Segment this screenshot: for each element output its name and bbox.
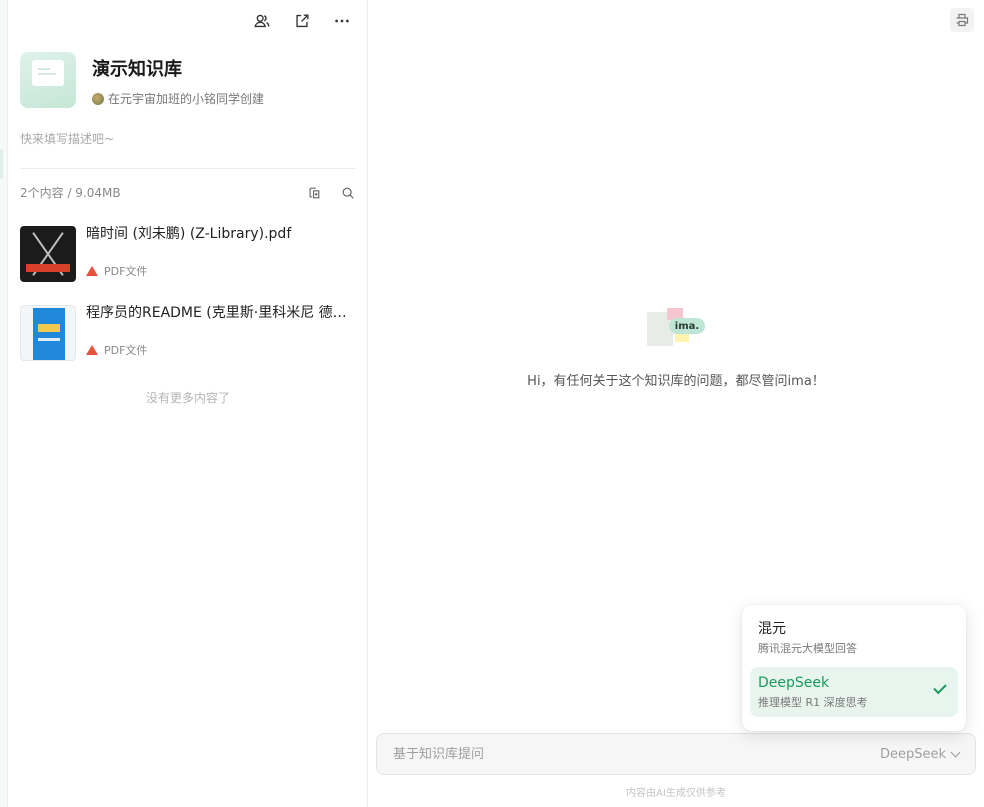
document-icon [32,60,64,86]
divider [20,168,356,169]
members-icon[interactable] [251,10,273,32]
model-option-name: DeepSeek [758,675,830,691]
add-content-icon[interactable] [306,185,322,201]
knowledge-base-panel: 演示知识库 在元宇宙加班的小铭同学创建 快来填写描述吧~ 2个内容 / 9.04… [0,0,368,807]
document-type: PDF文件 [86,342,360,358]
document-name: 暗时间 (刘未鹏) (Z-Library).pdf [86,226,292,242]
model-option-desc: 腾讯混元大模型回答 [758,642,857,655]
model-option-name: 混元 [758,621,786,637]
pdf-icon [86,266,98,276]
model-dropdown-menu: 混元 腾讯混元大模型回答 DeepSeek 推理模型 R1 深度思考 [742,605,966,731]
document-info: 程序员的README (克里斯·里科米尼 德米… PDF文件 [86,305,360,363]
pdf-icon [86,345,98,355]
more-icon[interactable] [331,10,353,32]
model-selector-label: DeepSeek [879,746,946,762]
model-option-hunyuan[interactable]: 混元 腾讯混元大模型回答 [750,613,958,663]
book-cover-thumbnail [20,226,76,282]
owner-text: 在元宇宙加班的小铭同学创建 [108,92,265,106]
print-icon[interactable] [950,8,974,32]
document-name: 程序员的README (克里斯·里科米尼 德米… [86,305,360,321]
ima-logo-text: ima. [669,318,705,334]
ai-disclaimer: 内容由AI生成仅供参考 [626,788,726,799]
document-type: PDF文件 [86,263,360,279]
search-icon[interactable] [340,185,356,201]
panel-toolbar [251,10,353,32]
ima-logo: ima. [647,308,707,346]
knowledge-base-info: 演示知识库 在元宇宙加班的小铭同学创建 [92,52,264,108]
description-field[interactable]: 快来填写描述吧~ [20,130,114,147]
model-selector[interactable]: DeepSeek [879,746,961,762]
content-count: 2个内容 / 9.04MB [20,186,121,200]
share-icon[interactable] [291,10,313,32]
document-type-label: PDF文件 [104,344,148,357]
question-input-box: DeepSeek [376,733,976,775]
question-input[interactable] [393,746,880,762]
model-option-deepseek[interactable]: DeepSeek 推理模型 R1 深度思考 [750,667,958,717]
document-type-label: PDF文件 [104,265,148,278]
content-actions [306,185,356,201]
list-item[interactable]: 暗时间 (刘未鹏) (Z-Library).pdf PDF文件 [20,226,360,284]
nav-rail-active-indicator [0,150,3,178]
book-cover-thumbnail [20,305,76,361]
chevron-down-icon [950,747,961,757]
nav-rail [0,0,8,807]
avatar [92,92,104,105]
chat-greeting: Hi，有任何关于这个知识库的问题，都尽管问ima！ [527,374,825,389]
knowledge-base-title[interactable]: 演示知识库 [92,58,264,82]
knowledge-base-owner: 在元宇宙加班的小铭同学创建 [92,90,264,107]
app-root: 演示知识库 在元宇宙加班的小铭同学创建 快来填写描述吧~ 2个内容 / 9.04… [0,0,984,807]
knowledge-base-cover[interactable] [20,52,76,108]
list-item[interactable]: 程序员的README (克里斯·里科米尼 德米… PDF文件 [20,305,360,363]
content-count-row: 2个内容 / 9.04MB [20,184,356,201]
document-info: 暗时间 (刘未鹏) (Z-Library).pdf PDF文件 [86,226,360,284]
end-of-list-text: 没有更多内容了 [145,391,230,405]
knowledge-base-header: 演示知识库 在元宇宙加班的小铭同学创建 [20,52,264,108]
model-option-desc: 推理模型 R1 深度思考 [758,696,868,709]
